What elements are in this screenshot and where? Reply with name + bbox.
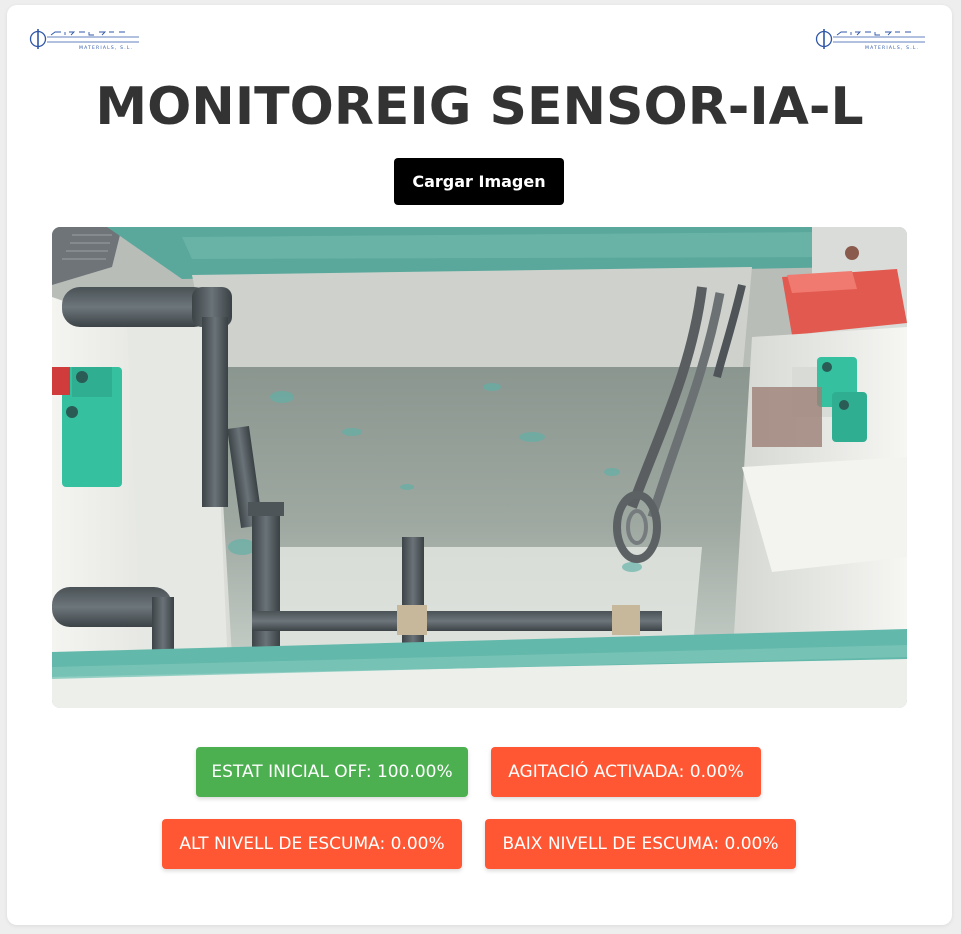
company-logo-right: MATERIALS, S.L.	[815, 27, 927, 55]
status-badge-initial-off: ESTAT INICIAL OFF: 100.00%	[196, 747, 468, 797]
page-title: MONITOREIG SENSOR-IA-L	[95, 77, 864, 137]
company-logo-left: MATERIALS, S.L.	[29, 27, 141, 55]
status-badge-low-foam: BAIX NIVELL DE ESCUMA: 0.00%	[485, 819, 796, 869]
status-badge-high-foam: ALT NIVELL DE ESCUMA: 0.00%	[162, 819, 462, 869]
monitored-tank-image	[52, 227, 907, 708]
load-image-button[interactable]: Cargar Imagen	[394, 158, 564, 205]
svg-text:MATERIALS, S.L.: MATERIALS, S.L.	[79, 45, 133, 51]
status-badge-agitation: AGITACIÓ ACTIVADA: 0.00%	[491, 747, 761, 797]
main-card: MATERIALS, S.L. MATERIALS, S.L. MONITORE…	[7, 5, 952, 925]
svg-text:MATERIALS, S.L.: MATERIALS, S.L.	[865, 45, 919, 51]
